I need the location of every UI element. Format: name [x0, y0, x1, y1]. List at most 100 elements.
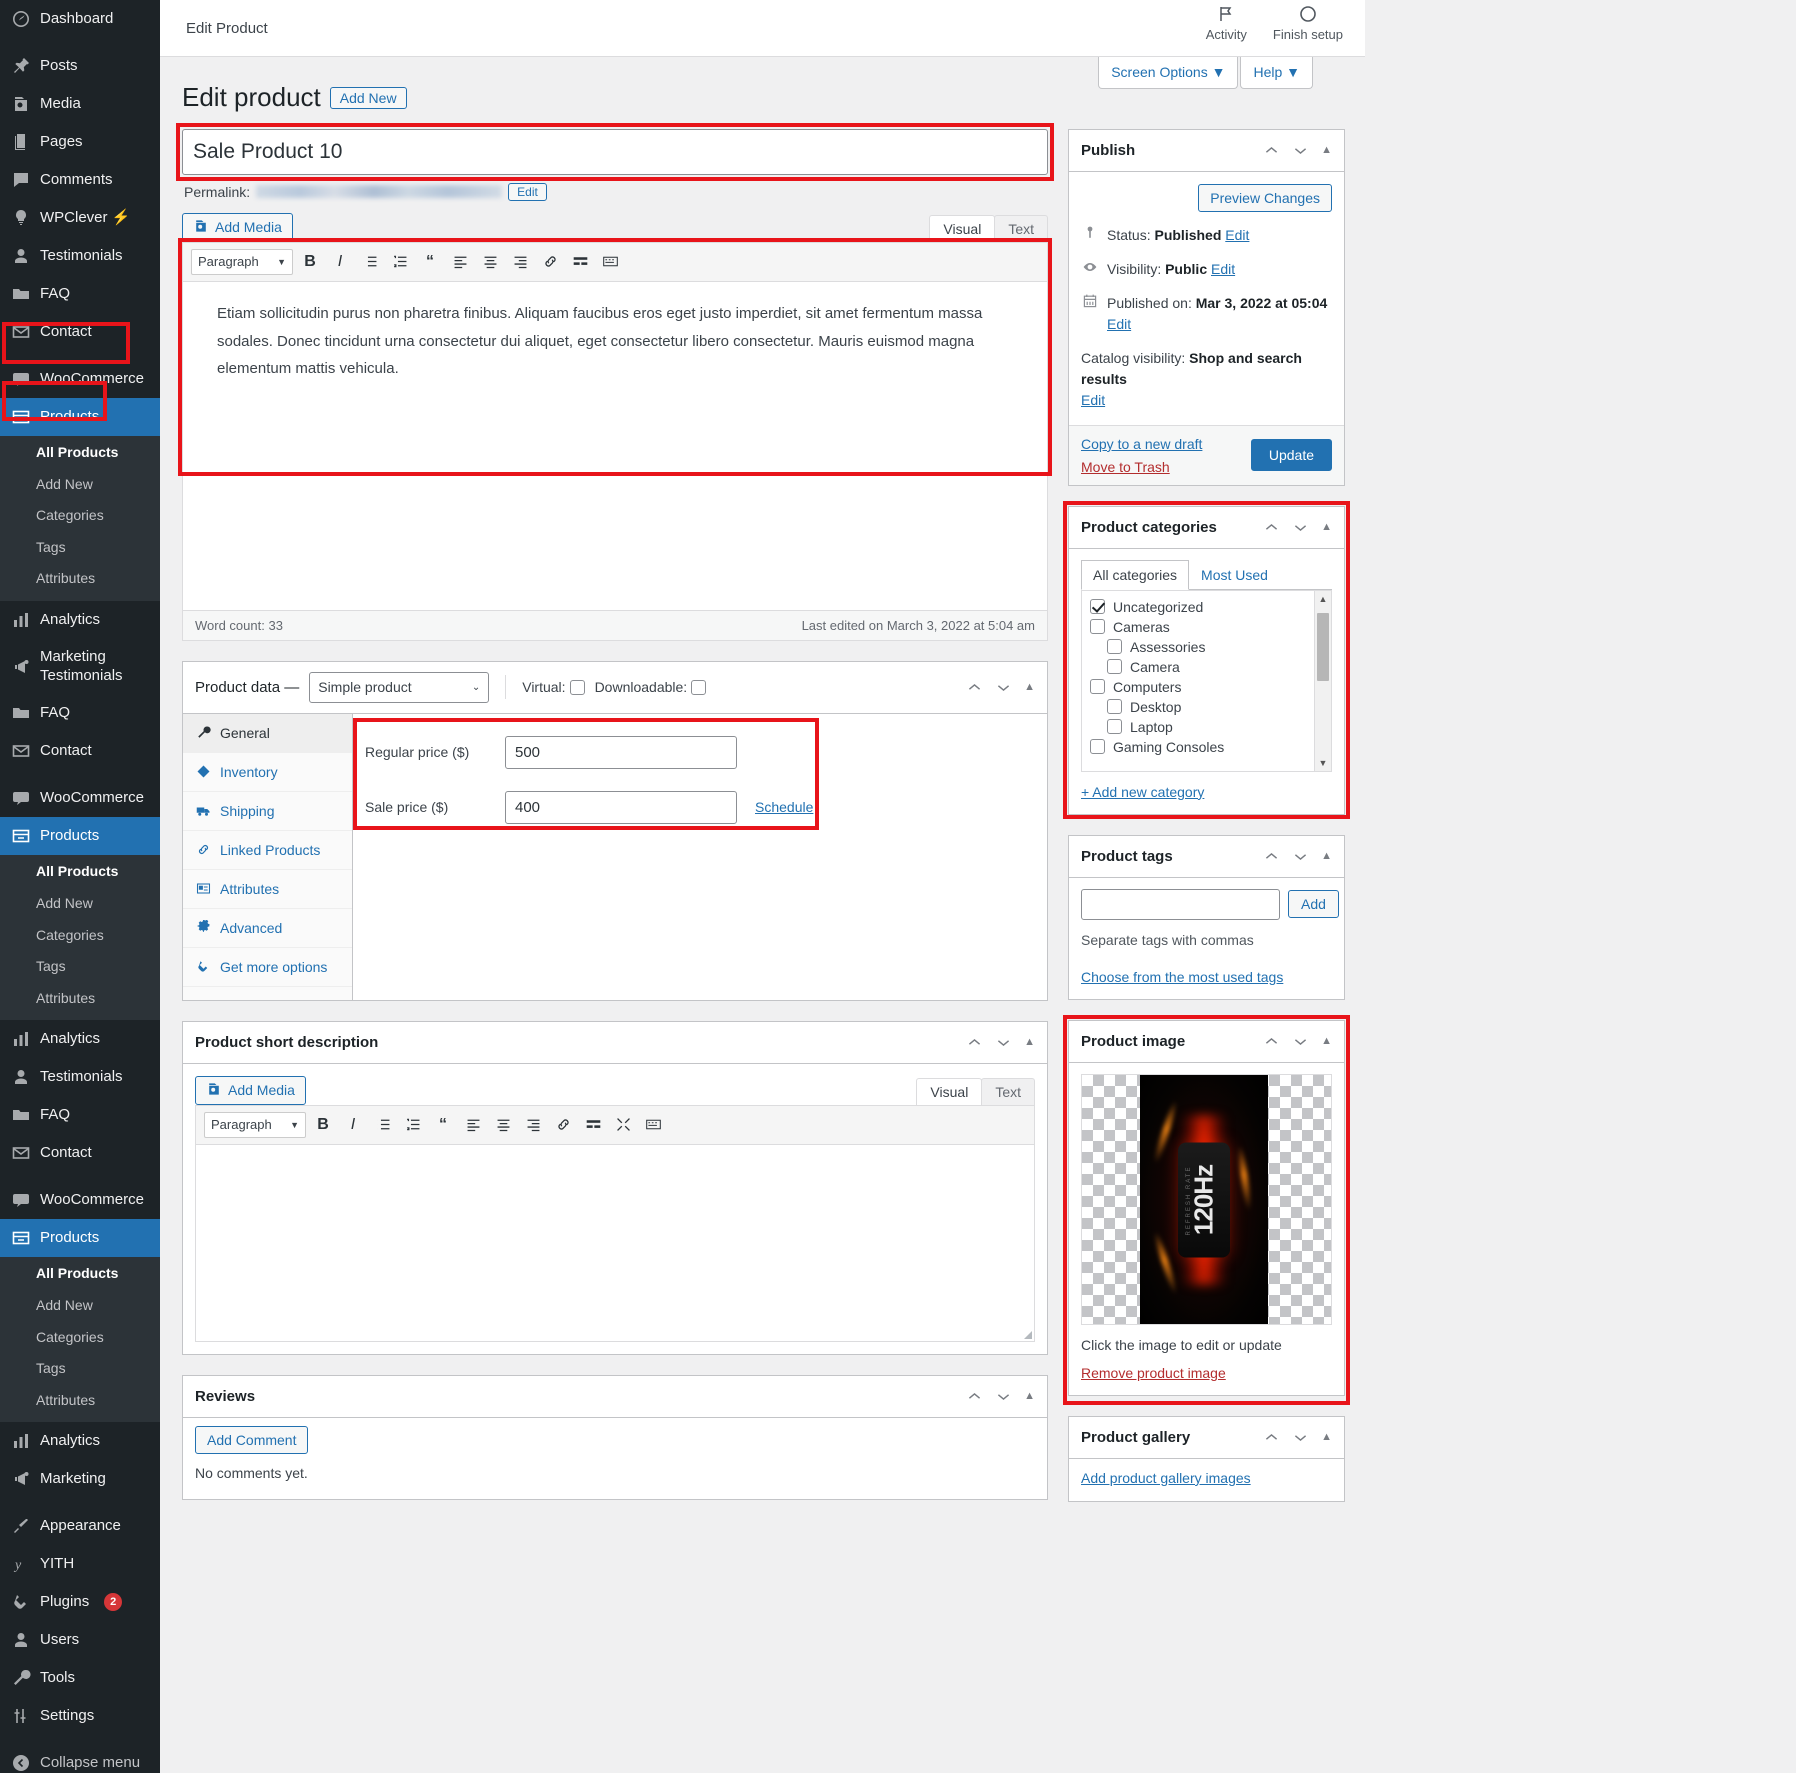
sd-tab-visual[interactable]: Visual — [916, 1077, 983, 1105]
move-down-icon[interactable] — [1292, 1033, 1309, 1050]
pd-tab-get-more-options[interactable]: Get more options — [183, 948, 352, 987]
sidebar-item-products-2[interactable]: Products — [0, 817, 160, 856]
product-image-thumbnail[interactable]: 120Hz REFRESH RATE — [1081, 1073, 1332, 1325]
category-item[interactable]: Gaming Consoles — [1090, 737, 1323, 757]
sidebar-item-analytics[interactable]: Analytics — [0, 601, 160, 639]
resize-handle[interactable] — [1024, 1330, 1032, 1339]
pd-tab-attributes[interactable]: Attributes — [183, 870, 352, 909]
sidebar-item-woocommerce[interactable]: WooCommerce — [0, 360, 160, 398]
sidebar-item-faq-3[interactable]: FAQ — [0, 1096, 160, 1134]
move-up-icon[interactable] — [1263, 848, 1280, 865]
move-up-icon[interactable] — [1263, 142, 1280, 159]
sidebar-item-wpclever[interactable]: WPClever ⚡ — [0, 199, 160, 237]
downloadable-checkbox-row[interactable]: Downloadable: — [595, 679, 707, 695]
categories-scrollbar[interactable]: ▲ ▼ — [1314, 590, 1331, 771]
add-gallery-images-link[interactable]: Add product gallery images — [1081, 1470, 1251, 1486]
visibility-edit-link[interactable]: Edit — [1211, 261, 1235, 277]
category-checkbox[interactable] — [1090, 739, 1105, 755]
toggle-panel-icon[interactable]: ▲ — [1321, 144, 1332, 156]
category-item[interactable]: Computers — [1090, 677, 1323, 697]
category-checkbox[interactable] — [1107, 719, 1122, 735]
move-down-icon[interactable] — [995, 679, 1012, 696]
finish-setup-button[interactable]: Finish setup — [1273, 4, 1343, 42]
category-item[interactable]: Assessories — [1090, 637, 1323, 657]
move-to-trash-link[interactable]: Move to Trash — [1081, 459, 1202, 475]
sidebar-item-tools[interactable]: Tools — [0, 1659, 160, 1697]
help-tab[interactable]: Help ▼ — [1240, 57, 1313, 89]
activity-button[interactable]: Activity — [1206, 4, 1247, 42]
italic-button[interactable]: I — [327, 249, 353, 275]
pd-tab-linked-products[interactable]: Linked Products — [183, 831, 352, 870]
category-item[interactable]: Uncategorized — [1090, 597, 1323, 617]
pd-tab-advanced[interactable]: Advanced — [183, 909, 352, 948]
sd-blockquote-button[interactable]: “ — [430, 1112, 456, 1138]
scroll-down-icon[interactable]: ▼ — [1315, 755, 1331, 771]
sidebar-item-contact-3[interactable]: Contact — [0, 1134, 160, 1172]
move-up-icon[interactable] — [966, 679, 983, 696]
sidebar-item-analytics-3[interactable]: Analytics — [0, 1422, 160, 1460]
sd-align-left-button[interactable] — [460, 1112, 486, 1138]
sidebar-item-appearance[interactable]: Appearance — [0, 1507, 160, 1545]
sd-italic-button[interactable]: I — [340, 1112, 366, 1138]
pd-tab-general[interactable]: General — [183, 713, 352, 753]
move-down-icon[interactable] — [1292, 519, 1309, 536]
move-up-icon[interactable] — [966, 1388, 983, 1405]
toggle-panel-icon[interactable]: ▲ — [1024, 1036, 1035, 1048]
sidebar-item-comments[interactable]: Comments — [0, 161, 160, 199]
remove-product-image-link[interactable]: Remove product image — [1081, 1365, 1226, 1381]
move-down-icon[interactable] — [995, 1034, 1012, 1051]
toolbar-toggle-button[interactable] — [597, 249, 623, 275]
editor-content[interactable]: Etiam sollicitudin purus non pharetra fi… — [183, 282, 1047, 450]
virtual-checkbox[interactable] — [569, 679, 585, 695]
sidebar-item-yith[interactable]: y YITH — [0, 1545, 160, 1583]
submenu-item-attributes[interactable]: Attributes — [0, 563, 160, 595]
sd-bullet-list-button[interactable] — [370, 1112, 396, 1138]
sd-align-right-button[interactable] — [520, 1112, 546, 1138]
paragraph-format-select[interactable]: Paragraph ▼ — [191, 248, 293, 275]
category-item[interactable]: Desktop — [1090, 697, 1323, 717]
submenu-item-all-products[interactable]: All Products — [0, 437, 160, 469]
regular-price-input[interactable] — [505, 735, 737, 769]
submenu-item-tags[interactable]: Tags — [0, 1353, 160, 1385]
submenu-item-add-new[interactable]: Add New — [0, 888, 160, 920]
tag-input[interactable] — [1081, 888, 1280, 920]
update-button[interactable]: Update — [1250, 439, 1332, 472]
sd-align-center-button[interactable] — [490, 1112, 516, 1138]
category-checkbox[interactable] — [1107, 639, 1122, 655]
scrollbar-thumb[interactable] — [1317, 612, 1329, 681]
sidebar-item-posts[interactable]: Posts — [0, 47, 160, 85]
sd-bold-button[interactable]: B — [310, 1112, 336, 1138]
sd-numbered-list-button[interactable] — [400, 1112, 426, 1138]
permalink-url[interactable] — [256, 185, 503, 199]
category-item[interactable]: Laptop — [1090, 717, 1323, 737]
choose-most-used-tags-link[interactable]: Choose from the most used tags — [1081, 969, 1283, 985]
preview-changes-button[interactable]: Preview Changes — [1198, 183, 1332, 212]
submenu-item-attributes[interactable]: Attributes — [0, 1385, 160, 1417]
sd-tab-text[interactable]: Text — [981, 1077, 1035, 1105]
move-down-icon[interactable] — [1292, 848, 1309, 865]
schedule-sale-link[interactable]: Schedule — [755, 799, 813, 815]
tab-visual[interactable]: Visual — [929, 214, 996, 242]
submenu-item-attributes[interactable]: Attributes — [0, 983, 160, 1015]
catalog-edit-link[interactable]: Edit — [1081, 392, 1105, 408]
move-down-icon[interactable] — [995, 1388, 1012, 1405]
sd-paragraph-format-select[interactable]: Paragraph ▼ — [204, 1111, 306, 1138]
move-up-icon[interactable] — [1263, 519, 1280, 536]
sidebar-item-products-3[interactable]: Products — [0, 1219, 160, 1258]
move-down-icon[interactable] — [1292, 1429, 1309, 1446]
sd-link-icon[interactable] — [550, 1112, 576, 1138]
published-edit-link[interactable]: Edit — [1107, 316, 1131, 332]
link-icon[interactable] — [537, 249, 563, 275]
sidebar-item-pages[interactable]: Pages — [0, 123, 160, 161]
submenu-item-tags[interactable]: Tags — [0, 951, 160, 983]
copy-to-new-draft-link[interactable]: Copy to a new draft — [1081, 436, 1202, 452]
sidebar-item-woocommerce-3[interactable]: WooCommerce — [0, 1181, 160, 1219]
submenu-item-categories[interactable]: Categories — [0, 500, 160, 532]
sidebar-item-plugins[interactable]: Plugins 2 — [0, 1583, 160, 1621]
read-more-button[interactable] — [567, 249, 593, 275]
sidebar-item-collapse-menu[interactable]: Collapse menu — [0, 1744, 160, 1773]
screen-options-tab[interactable]: Screen Options ▼ — [1098, 57, 1239, 89]
bold-button[interactable]: B — [297, 249, 323, 275]
sidebar-item-users[interactable]: Users — [0, 1621, 160, 1659]
sd-editor-content[interactable] — [196, 1144, 1034, 1341]
